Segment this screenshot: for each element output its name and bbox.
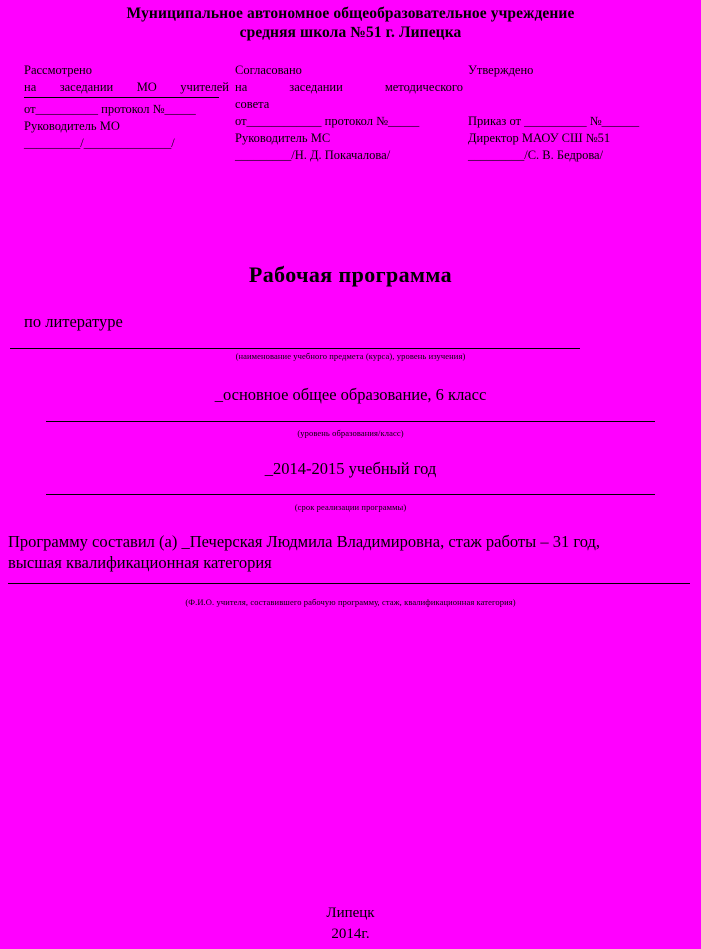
approval-body: на заседании МО учителей xyxy=(24,80,229,94)
approval-heading: Согласовано xyxy=(235,63,302,77)
approval-role: Руководитель МО xyxy=(24,119,120,133)
document-page: Муниципальное автономное общеобразовател… xyxy=(0,0,701,949)
approval-heading: Утверждено xyxy=(468,63,534,77)
approval-protocol: от____________ протокол №_____ xyxy=(235,114,420,128)
approval-column-approved: Утверждено Приказ от __________ №______ … xyxy=(468,62,693,164)
author-rule xyxy=(8,583,690,584)
subject-value: по литературе xyxy=(24,312,123,331)
author-caption: (Ф.И.О. учителя, составившего рабочую пр… xyxy=(185,597,516,607)
approval-heading: Рассмотрено xyxy=(24,63,92,77)
approval-column-agreed: Согласовано на заседании методического с… xyxy=(235,62,463,164)
author-block: Программу составил (а) _Печерская Людмил… xyxy=(8,531,694,573)
author-line2: высшая квалификационная категория xyxy=(8,553,272,572)
page-title: Рабочая программа xyxy=(248,262,453,287)
approval-signature: _________/______________/ xyxy=(24,136,175,150)
education-level-value: _основное общее образование, 6 класс xyxy=(214,385,487,404)
organization-header: Муниципальное автономное общеобразовател… xyxy=(0,4,701,42)
approval-signature: _________/С. В. Бедрова/ xyxy=(468,148,604,162)
subject-rule xyxy=(10,348,580,349)
organization-name-line1: Муниципальное автономное общеобразовател… xyxy=(126,5,575,22)
author-line1: Программу составил (а) _Печерская Людмил… xyxy=(8,532,600,551)
approval-body: на заседании методического xyxy=(235,80,463,94)
subject-caption: (наименование учебного предмета (курса),… xyxy=(235,351,466,361)
page-footer: Липецк 2014г. xyxy=(0,903,701,945)
approval-spacer xyxy=(468,79,693,96)
academic-year-rule xyxy=(46,494,655,495)
organization-name-line2: средняя школа №51 г. Липецка xyxy=(239,24,462,41)
education-level-caption: (уровень образования/класс) xyxy=(297,428,404,438)
approval-role: Руководитель МС xyxy=(235,131,331,145)
approval-role: Директор МАОУ СШ №51 xyxy=(468,131,611,145)
academic-year-caption: (срок реализации программы) xyxy=(294,502,407,512)
approval-column-reviewed: Рассмотрено на заседании МО учителей от_… xyxy=(24,62,229,152)
academic-year-value: _2014-2015 учебный год xyxy=(264,459,437,478)
approval-protocol: Приказ от __________ №______ xyxy=(468,114,640,128)
approval-spacer xyxy=(468,96,693,113)
approval-block: Рассмотрено на заседании МО учителей от_… xyxy=(0,62,701,182)
approval-signature: _________/Н. Д. Покачалова/ xyxy=(235,148,391,162)
footer-city: Липецк xyxy=(326,905,375,921)
approval-body-cont: совета xyxy=(235,97,270,111)
approval-protocol: от__________ протокол №_____ xyxy=(24,102,196,116)
approval-underline xyxy=(24,97,219,98)
education-level-rule xyxy=(46,421,655,422)
footer-year: 2014г. xyxy=(331,926,370,942)
